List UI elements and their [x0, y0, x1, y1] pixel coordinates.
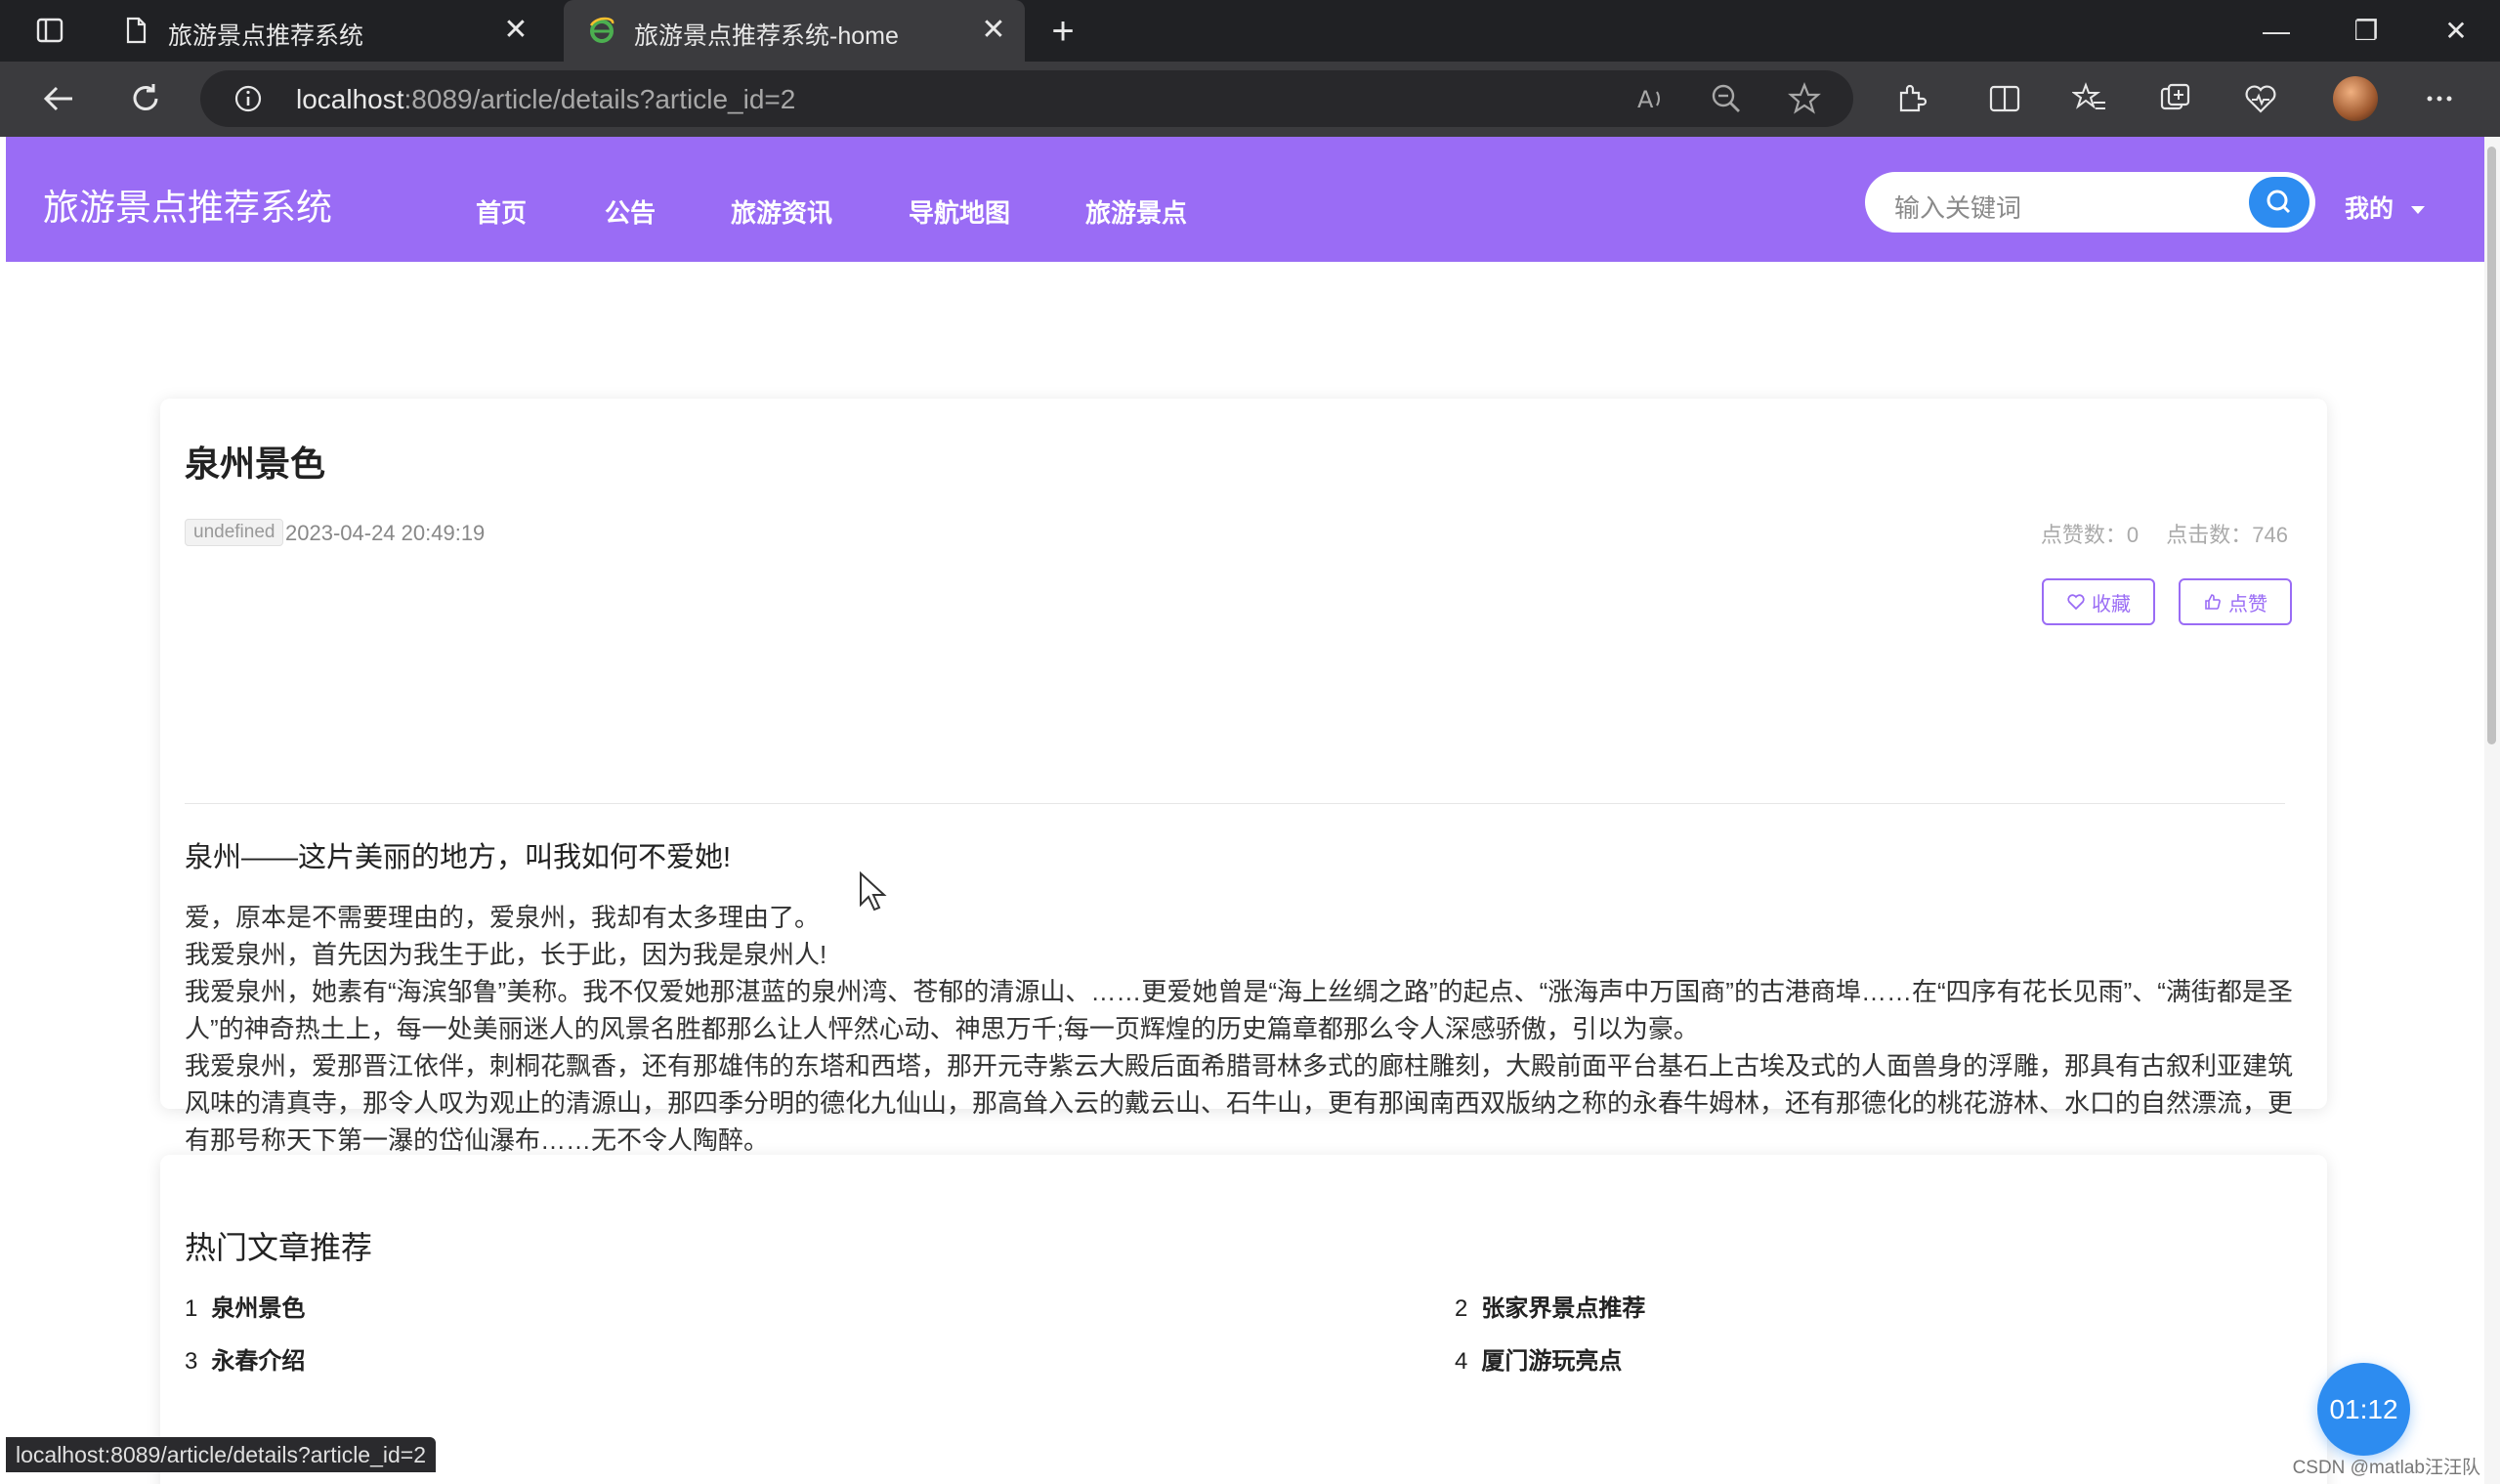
close-tab-icon[interactable]: ✕	[498, 13, 533, 48]
hot-article-item[interactable]: 4 厦门游玩亮点	[1455, 1341, 1622, 1376]
browser-toolbar: localhost:8089/article/details?article_i…	[0, 62, 2500, 137]
browser-tab-1[interactable]: 旅游景点推荐系统 ✕	[98, 0, 547, 62]
browser-tab-2[interactable]: 旅游景点推荐系统-home ✕	[564, 0, 1025, 62]
watermark: CSDN @matlab汪汪队	[2292, 1458, 2480, 1478]
article-date: 2023-04-24 20:49:19	[285, 521, 486, 545]
search-box: 输入关键词	[1865, 172, 2315, 233]
site-info-icon[interactable]	[233, 84, 263, 113]
page-icon	[126, 17, 147, 44]
tab-title: 旅游景点推荐系统	[168, 22, 364, 50]
close-tab-icon[interactable]: ✕	[976, 13, 1011, 48]
caret-down-icon	[2411, 206, 2426, 215]
click-count: 点击数：746	[2166, 523, 2288, 547]
more-options-icon[interactable]	[2422, 81, 2457, 116]
article-tag: undefined	[185, 519, 284, 546]
site-logo[interactable]: 旅游景点推荐系统	[43, 178, 332, 231]
browser-tab-bar: 旅游景点推荐系统 ✕ 旅游景点推荐系统-home ✕ + — ❐ ✕	[0, 0, 2500, 62]
search-icon	[2267, 190, 2291, 214]
thumbs-up-icon	[2205, 594, 2221, 610]
divider	[185, 803, 2285, 804]
article-content: 泉州——这片美丽的地方，叫我如何不爱她! 爱，原本是不需要理由的，爱泉州，我却有…	[185, 834, 2305, 1159]
restore-button[interactable]: ❐	[2322, 0, 2410, 62]
nav-home[interactable]: 首页	[476, 193, 527, 230]
close-window-button[interactable]: ✕	[2412, 0, 2500, 62]
favorite-button[interactable]: 收藏	[2042, 578, 2155, 625]
hot-article-item[interactable]: 2 张家界景点推荐	[1455, 1289, 1645, 1323]
nav-map[interactable]: 导航地图	[909, 193, 1010, 230]
hot-articles-card: 热门文章推荐 1 泉州景色 2 张家界景点推荐 3 永春介绍 4 厦门游玩亮点	[160, 1155, 2327, 1484]
status-bar-url: localhost:8089/article/details?article_i…	[6, 1437, 437, 1472]
ie-logo-icon	[589, 17, 614, 43]
article-title: 泉州景色	[185, 444, 326, 484]
hot-articles-title: 热门文章推荐	[185, 1230, 373, 1265]
favorite-star-icon[interactable]	[1788, 82, 1821, 115]
search-button[interactable]	[2249, 177, 2309, 228]
tab-title: 旅游景点推荐系统-home	[634, 22, 899, 50]
split-screen-icon[interactable]	[1987, 81, 2022, 116]
article-paragraph: 我爱泉州，爱那晋江依伴，刺桐花飘香，还有那雄伟的东塔和西塔，那开元寺紫云大殿后面…	[185, 1051, 2294, 1155]
article-stats: 点赞数：0 点击数：746	[2019, 518, 2288, 549]
scrollbar-thumb[interactable]	[2487, 147, 2496, 744]
svg-text:A: A	[1637, 86, 1654, 113]
like-count: 点赞数：0	[2040, 523, 2140, 547]
mouse-cursor-icon	[860, 871, 887, 912]
nav-attractions[interactable]: 旅游景点	[1085, 193, 1187, 230]
extensions-icon[interactable]	[1893, 81, 1928, 116]
profile-avatar[interactable]	[2333, 76, 2378, 121]
url-text: localhost:8089/article/details?article_i…	[296, 84, 796, 114]
user-menu[interactable]: 我的	[2345, 190, 2426, 225]
article-paragraph: 爱，原本是不需要理由的，爱泉州，我却有太多理由了。	[185, 903, 821, 932]
back-icon[interactable]	[39, 79, 78, 118]
tab-actions-icon[interactable]	[35, 16, 64, 45]
favorites-icon[interactable]	[2072, 81, 2107, 116]
hot-article-item[interactable]: 1 泉州景色	[185, 1289, 305, 1323]
new-tab-button[interactable]: +	[1043, 12, 1082, 51]
read-aloud-icon[interactable]: A	[1633, 82, 1667, 115]
article-lead: 泉州——这片美丽的地方，叫我如何不爱她!	[185, 842, 732, 873]
article-paragraph: 我爱泉州，她素有“海滨邹鲁”美称。我不仅爱她那湛蓝的泉州湾、苍郁的清源山、……更…	[185, 977, 2293, 1043]
page-viewport: 旅游景点推荐系统 首页 公告 旅游资讯 导航地图 旅游景点 输入关键词 我的 泉…	[6, 137, 2484, 1484]
site-header: 旅游景点推荐系统 首页 公告 旅游资讯 导航地图 旅游景点 输入关键词 我的	[6, 137, 2484, 262]
heart-icon	[2067, 594, 2085, 611]
nav-travel-news[interactable]: 旅游资讯	[731, 193, 832, 230]
refresh-icon[interactable]	[126, 79, 165, 118]
article-card: 泉州景色 undefined 2023-04-24 20:49:19 点赞数：0…	[160, 399, 2327, 1155]
timer-badge[interactable]: 01:12	[2317, 1363, 2410, 1456]
browser-essentials-icon[interactable]	[2243, 81, 2278, 116]
address-bar[interactable]: localhost:8089/article/details?article_i…	[200, 70, 1853, 127]
article-paragraph: 我爱泉州，首先因为我生于此，长于此，因为我是泉州人!	[185, 940, 827, 969]
hot-article-item[interactable]: 3 永春介绍	[185, 1341, 305, 1376]
search-input[interactable]: 输入关键词	[1894, 189, 2021, 225]
nav-notice[interactable]: 公告	[605, 193, 656, 230]
minimize-button[interactable]: —	[2232, 0, 2320, 62]
zoom-out-icon[interactable]	[1710, 82, 1743, 115]
like-button[interactable]: 点赞	[2179, 578, 2292, 625]
collections-icon[interactable]	[2158, 81, 2193, 116]
